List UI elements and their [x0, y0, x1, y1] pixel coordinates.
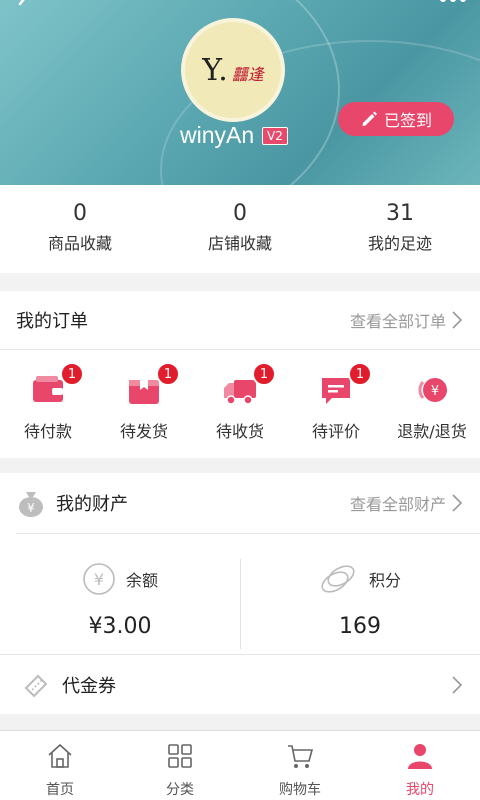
avatar[interactable]: Y. 䨻逢	[181, 18, 285, 122]
more-icon[interactable]	[438, 0, 468, 6]
balance-label: 余额	[125, 571, 158, 590]
signed-in-button[interactable]: 已签到	[338, 102, 454, 136]
points-value: 169	[339, 614, 381, 639]
avatar-signature: Y. 䨻逢	[202, 52, 264, 88]
chevron-right-icon	[452, 675, 462, 694]
chevron-right-icon	[452, 311, 462, 329]
tab-cart[interactable]: 购物车	[240, 731, 360, 800]
stat-shop-favorites[interactable]: 0 店铺收藏	[160, 185, 320, 273]
order-badge: 1	[348, 362, 372, 386]
order-pending-payment[interactable]: 1 待付款	[0, 350, 96, 457]
order-refund[interactable]: ¥ 退款/退货	[384, 350, 480, 457]
balance-value: ¥3.00	[88, 614, 152, 639]
order-badge: 1	[60, 362, 84, 386]
stat-value: 31	[386, 201, 414, 226]
order-label: 待发货	[119, 422, 168, 441]
assets-card: ¥ 我的财产 查看全部财产 ¥ 余额 ¥3.00 积分 169 代金券	[0, 473, 480, 714]
view-all-assets-link[interactable]: 查看全部财产	[350, 491, 462, 515]
svg-text:¥: ¥	[27, 501, 35, 515]
tab-label: 我的	[406, 782, 434, 798]
stat-footprints[interactable]: 31 我的足迹	[320, 185, 480, 273]
tab-home[interactable]: 首页	[0, 731, 120, 800]
points-label: 积分	[368, 571, 401, 590]
stat-label: 我的足迹	[367, 234, 432, 253]
order-badge: 1	[156, 362, 180, 386]
yuan-coin-icon: ¥	[83, 563, 115, 595]
asset-separator	[240, 559, 241, 649]
order-pending-shipment[interactable]: 1 待发货	[96, 350, 192, 457]
order-label: 退款/退货	[397, 422, 467, 441]
stat-label: 店铺收藏	[207, 234, 272, 253]
order-badge: 1	[252, 362, 276, 386]
order-status-list: 1 待付款 1 待发货 1 待收货 1 待评价 ¥ 退款/退货	[0, 350, 480, 457]
money-bag-icon: ¥	[19, 492, 43, 517]
stats-bar: 0 商品收藏 0 店铺收藏 31 我的足迹	[0, 185, 480, 273]
points-item[interactable]: 积分 169	[240, 534, 480, 654]
pencil-icon	[362, 111, 377, 126]
stat-label: 商品收藏	[47, 234, 112, 253]
refund-icon: ¥	[418, 378, 447, 402]
assets-title: 我的财产	[56, 494, 128, 515]
user-icon	[408, 744, 432, 769]
svg-text:¥: ¥	[431, 384, 439, 399]
home-icon	[48, 743, 72, 768]
bottom-tab-bar: 首页 分类 购物车 我的	[0, 730, 480, 800]
order-label: 待收货	[215, 422, 264, 441]
cart-icon	[288, 745, 314, 768]
order-label: 待付款	[23, 422, 72, 441]
order-label: 待评价	[311, 422, 360, 441]
chevron-right-icon	[452, 494, 462, 512]
username: winyAn	[180, 122, 255, 148]
back-icon[interactable]	[14, 0, 34, 14]
stat-value: 0	[73, 201, 87, 226]
assets-header[interactable]: ¥ 我的财产 查看全部财产	[0, 473, 480, 533]
view-all-orders-link[interactable]: 查看全部订单	[350, 308, 462, 332]
coins-icon	[321, 565, 355, 593]
tab-label: 购物车	[279, 782, 321, 798]
coupon-icon	[24, 674, 48, 697]
order-pending-review[interactable]: 1 待评价	[288, 350, 384, 457]
coupon-label: 代金券	[62, 675, 116, 697]
orders-header[interactable]: 我的订单 查看全部订单	[0, 291, 480, 350]
category-icon	[168, 744, 192, 768]
tab-category[interactable]: 分类	[120, 731, 240, 800]
balance-item[interactable]: ¥ 余额 ¥3.00	[0, 534, 240, 654]
tab-mine[interactable]: 我的	[360, 731, 480, 800]
order-pending-receipt[interactable]: 1 待收货	[192, 350, 288, 457]
svg-text:¥: ¥	[94, 570, 104, 589]
profile-header: Y. 䨻逢 winyAn V2 已签到	[0, 0, 480, 185]
orders-card: 我的订单 查看全部订单 1 待付款 1 待发货 1 待收货 1 待评价 ¥ 退款…	[0, 291, 480, 458]
stat-product-favorites[interactable]: 0 商品收藏	[0, 185, 160, 273]
orders-title: 我的订单	[16, 311, 88, 332]
tab-label: 首页	[46, 782, 74, 798]
tab-label: 分类	[166, 782, 194, 798]
coupon-row[interactable]: 代金券	[0, 654, 480, 714]
signed-in-label: 已签到	[383, 111, 432, 130]
vip-badge: V2	[262, 127, 288, 145]
stat-value: 0	[233, 201, 247, 226]
